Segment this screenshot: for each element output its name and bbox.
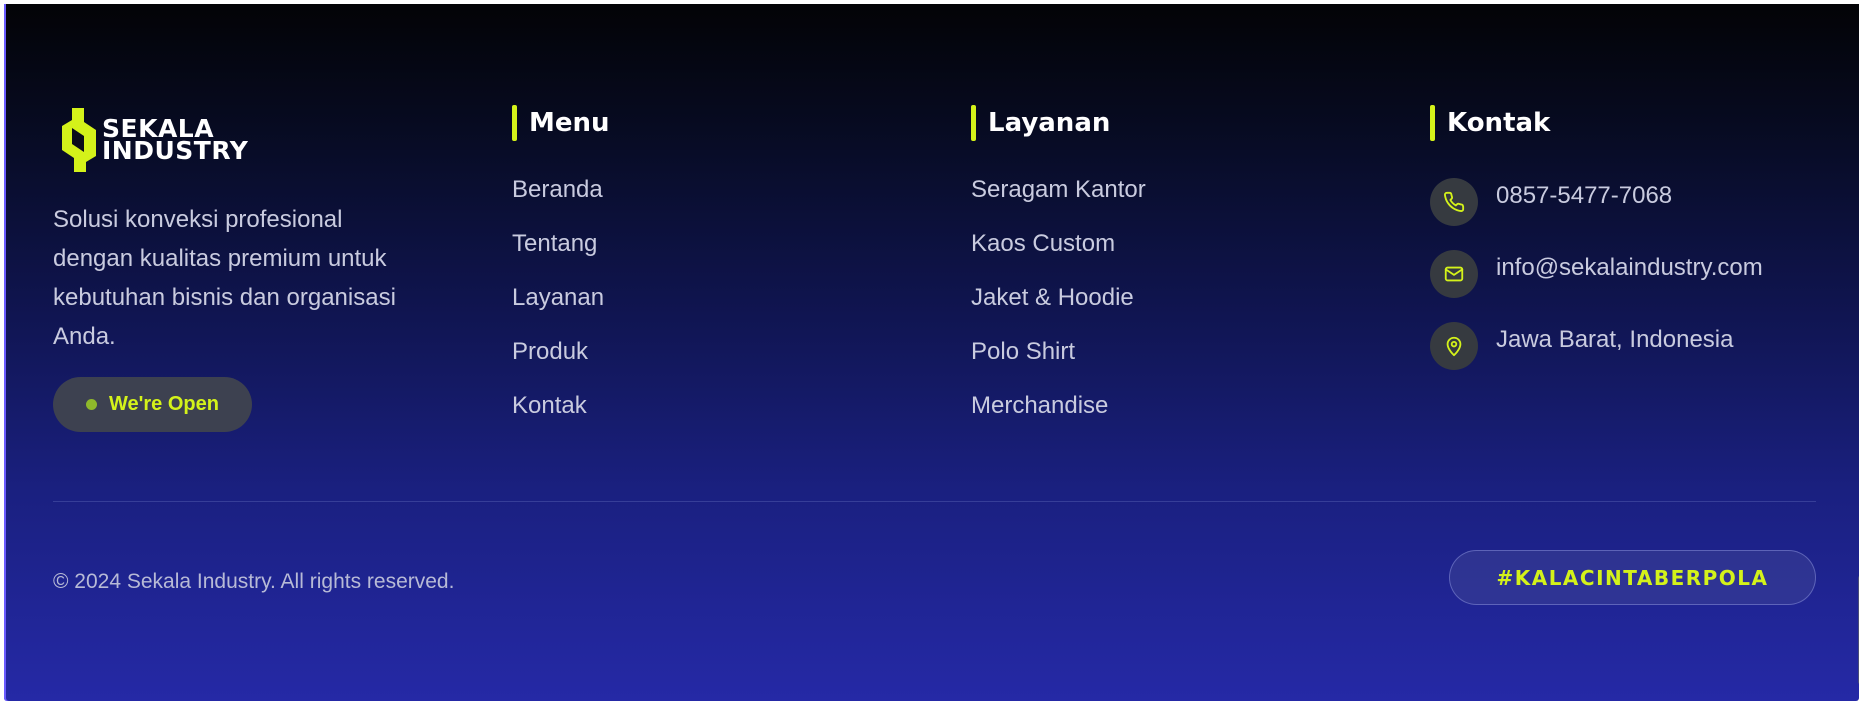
brand-logo[interactable]: SEKALA INDUSTRY: [62, 108, 248, 172]
contact-phone-text: 0857-5477-7068: [1496, 182, 1673, 209]
scrollbar-thumb[interactable]: [1858, 576, 1859, 684]
footer-divider: [53, 501, 1816, 502]
services-column: Layanan Seragam Kantor Kaos Custom Jaket…: [971, 104, 1146, 419]
phone-icon: [1430, 178, 1478, 226]
contact-email-text: info@sekalaindustry.com: [1496, 254, 1763, 281]
logo-line-2: INDUSTRY: [102, 136, 249, 165]
contact-item-location[interactable]: Jawa Barat, Indonesia: [1430, 322, 1763, 394]
open-status-label: We're Open: [109, 393, 219, 415]
open-status-badge: We're Open: [53, 377, 252, 432]
contact-column: Kontak: [1430, 104, 1550, 142]
copyright-text: © 2024 Sekala Industry. All rights reser…: [53, 570, 455, 593]
menu-link-tentang[interactable]: Tentang: [512, 230, 604, 284]
contact-item-email[interactable]: info@sekalaindustry.com: [1430, 250, 1763, 322]
contact-location-text: Jawa Barat, Indonesia: [1496, 326, 1734, 353]
brand-tagline: Solusi konveksi profesional dengan kuali…: [53, 206, 396, 350]
services-title: Layanan: [971, 104, 1110, 142]
contact-item-phone[interactable]: 0857-5477-7068: [1430, 178, 1763, 250]
page-frame: SEKALA INDUSTRY Solusi konveksi profesio…: [0, 0, 1863, 706]
service-link-seragam-kantor[interactable]: Seragam Kantor: [971, 176, 1146, 230]
location-pin-icon: [1430, 322, 1478, 370]
menu-link-layanan[interactable]: Layanan: [512, 284, 604, 338]
service-link-jaket-hoodie[interactable]: Jaket & Hoodie: [971, 284, 1146, 338]
site-footer: SEKALA INDUSTRY Solusi konveksi profesio…: [4, 4, 1859, 701]
services-list: Seragam Kantor Kaos Custom Jaket & Hoodi…: [971, 176, 1146, 446]
menu-column: Menu Beranda Tentang Layanan Produk Kont…: [512, 104, 610, 419]
menu-list: Beranda Tentang Layanan Produk Kontak: [512, 176, 604, 446]
mail-icon: [1430, 250, 1478, 298]
service-link-kaos-custom[interactable]: Kaos Custom: [971, 230, 1146, 284]
menu-title: Menu: [512, 104, 610, 142]
contact-title: Kontak: [1430, 104, 1550, 142]
service-link-merchandise[interactable]: Merchandise: [971, 392, 1146, 446]
contact-list: 0857-5477-7068 info@sekalaindustry.com J…: [1430, 178, 1763, 394]
menu-link-beranda[interactable]: Beranda: [512, 176, 604, 230]
logo-wordmark: SEKALA INDUSTRY: [102, 116, 249, 165]
menu-link-kontak[interactable]: Kontak: [512, 392, 604, 446]
service-link-polo-shirt[interactable]: Polo Shirt: [971, 338, 1146, 392]
hashtag-badge[interactable]: #KALACINTABERPOLA: [1449, 550, 1816, 605]
menu-link-produk[interactable]: Produk: [512, 338, 604, 392]
status-dot-icon: [86, 399, 97, 410]
logo-s-icon: [62, 108, 96, 172]
